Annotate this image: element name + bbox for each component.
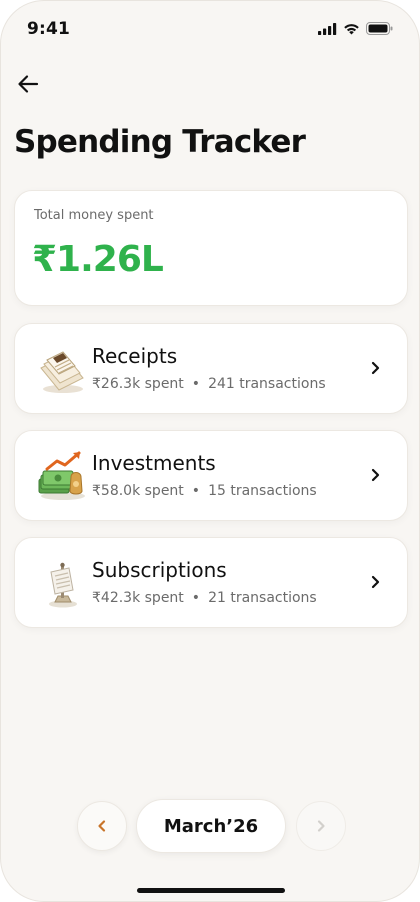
category-transactions: 21 transactions — [208, 590, 317, 606]
category-name: Investments — [92, 451, 216, 475]
status-icons — [318, 22, 393, 35]
current-month-pill[interactable]: March’26 — [136, 799, 286, 853]
chevron-right-icon — [371, 575, 380, 589]
category-meta: ₹26.3k spent • 241 transactions — [92, 376, 326, 392]
total-spent-card: Total money spent ₹1.26L — [14, 190, 408, 306]
status-bar: 9:41 — [1, 1, 419, 61]
wifi-icon — [343, 23, 360, 35]
separator-dot: • — [191, 483, 201, 499]
category-name: Receipts — [92, 344, 178, 368]
home-indicator — [137, 888, 285, 893]
category-transactions: 15 transactions — [208, 483, 317, 499]
previous-month-button[interactable] — [77, 801, 127, 851]
category-meta: ₹58.0k spent • 15 transactions — [92, 483, 317, 499]
separator-dot: • — [191, 376, 201, 392]
category-meta: ₹42.3k spent • 21 transactions — [92, 590, 317, 606]
page-title: Spending Tracker — [14, 124, 306, 160]
category-spent: ₹42.3k spent — [92, 590, 184, 606]
category-spent: ₹58.0k spent — [92, 483, 184, 499]
subscriptions-icon — [35, 556, 91, 612]
phone-screen: 9:41 Spending Tracker Total money spent … — [0, 0, 420, 902]
chevron-right-icon — [371, 468, 380, 482]
battery-icon — [366, 22, 393, 35]
investments-icon — [35, 449, 91, 505]
category-name: Subscriptions — [92, 558, 227, 582]
arrow-left-icon — [18, 75, 39, 93]
chevron-left-icon — [98, 820, 106, 832]
signal-icon — [318, 22, 337, 35]
category-card-subscriptions[interactable]: Subscriptions ₹42.3k spent • 21 transactio… — [14, 537, 408, 628]
separator-dot: • — [191, 590, 201, 606]
category-card-receipts[interactable]: Receipts ₹26.3k spent • 241 transactions — [14, 323, 408, 414]
total-spent-label: Total money spent — [34, 208, 154, 223]
chevron-right-icon — [317, 820, 325, 832]
receipt-icon — [35, 342, 91, 398]
category-card-investments[interactable]: Investments ₹58.0k spent • 15 transactions — [14, 430, 408, 521]
chevron-right-icon — [371, 361, 380, 375]
back-button[interactable] — [15, 71, 41, 97]
category-transactions: 241 transactions — [208, 376, 326, 392]
total-spent-value: ₹1.26L — [32, 239, 164, 280]
next-month-button[interactable] — [296, 801, 346, 851]
status-time: 9:41 — [27, 19, 71, 39]
category-spent: ₹26.3k spent — [92, 376, 184, 392]
